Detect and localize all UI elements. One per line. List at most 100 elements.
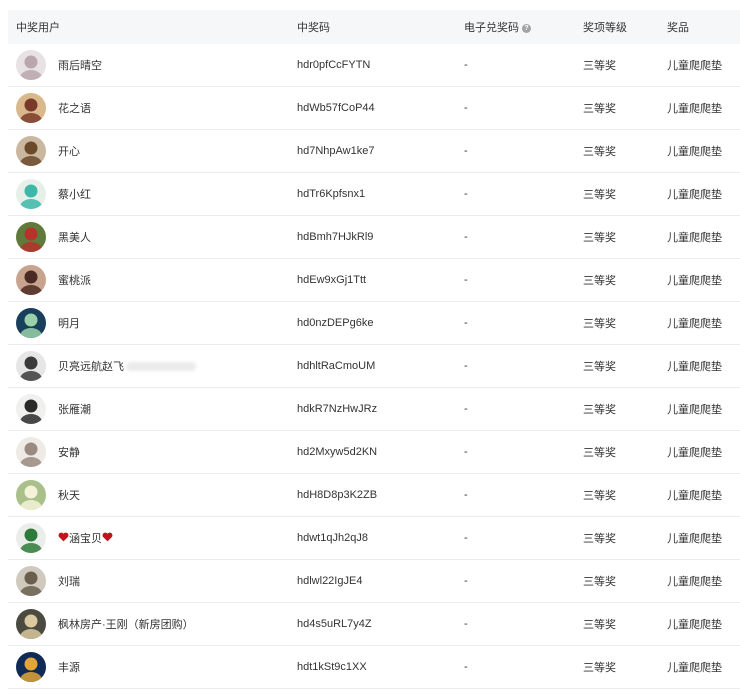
cell-code: hdr0pfCcFYTN bbox=[297, 59, 371, 71]
cell-ecode: - bbox=[464, 145, 468, 157]
table-row: 枫林房产·王刚（新房团购） hd4s5uRL7y4Z - 三等奖 儿童爬爬垫 bbox=[8, 603, 740, 646]
cell-ecode: - bbox=[464, 661, 468, 673]
user-name-text: 开心 bbox=[58, 146, 80, 158]
cell-ecode: - bbox=[464, 618, 468, 630]
cell-level: 三等奖 bbox=[583, 361, 616, 373]
avatar bbox=[16, 222, 46, 252]
table-row: 安静 hd2Mxyw5d2KN - 三等奖 儿童爬爬垫 bbox=[8, 431, 740, 474]
cell-user: 蜜桃派 bbox=[8, 265, 290, 295]
table-row: 明月 hd0nzDEPg6ke - 三等奖 儿童爬爬垫 bbox=[8, 302, 740, 345]
cell-prize: 儿童爬爬垫 bbox=[667, 189, 722, 201]
table-row: 花之语 hdWb57fCoP44 - 三等奖 儿童爬爬垫 bbox=[8, 87, 740, 130]
cell-level: 三等奖 bbox=[583, 662, 616, 674]
heart-icon bbox=[58, 532, 69, 545]
avatar bbox=[16, 265, 46, 295]
user-name-text: 刘瑞 bbox=[58, 576, 80, 588]
cell-ecode: - bbox=[464, 575, 468, 587]
cell-code: hd0nzDEPg6ke bbox=[297, 317, 374, 329]
cell-user: 枫林房产·王刚（新房团购） bbox=[8, 609, 290, 639]
header-level: 奖项等级 bbox=[583, 22, 627, 34]
table-row: 贝亮远航赵飞 hdhltRaCmoUM - 三等奖 儿童爬爬垫 bbox=[8, 345, 740, 388]
cell-user: 明月 bbox=[8, 308, 290, 338]
avatar bbox=[16, 179, 46, 209]
table-row: 蜜桃派 hdEw9xGj1Ttt - 三等奖 儿童爬爬垫 bbox=[8, 259, 740, 302]
cell-ecode: - bbox=[464, 317, 468, 329]
table-row: 张雁潮 hdkR7NzHwJRz - 三等奖 儿童爬爬垫 bbox=[8, 388, 740, 431]
avatar bbox=[16, 351, 46, 381]
cell-level: 三等奖 bbox=[583, 275, 616, 287]
avatar bbox=[16, 50, 46, 80]
cell-ecode: - bbox=[464, 231, 468, 243]
cell-code: hdkR7NzHwJRz bbox=[297, 403, 378, 415]
cell-ecode: - bbox=[464, 188, 468, 200]
user-name-text: 秋天 bbox=[58, 490, 80, 502]
cell-user: 蔡小红 bbox=[8, 179, 290, 209]
user-name-text: 黑美人 bbox=[58, 232, 91, 244]
cell-code: hdH8D8p3K2ZB bbox=[297, 489, 378, 501]
user-name-text: 涵宝贝 bbox=[69, 533, 102, 545]
user-name-text: 花之语 bbox=[58, 103, 91, 115]
header-user: 中奖用户 bbox=[16, 22, 60, 34]
user-name: 雨后晴空 bbox=[58, 57, 102, 73]
header-code: 中奖码 bbox=[297, 22, 330, 34]
table-row: 蔡小红 hdTr6Kpfsnx1 - 三等奖 儿童爬爬垫 bbox=[8, 173, 740, 216]
user-name: 开心 bbox=[58, 143, 80, 159]
user-name-text: 张雁潮 bbox=[58, 404, 91, 416]
cell-prize: 儿童爬爬垫 bbox=[667, 404, 722, 416]
cell-level: 三等奖 bbox=[583, 189, 616, 201]
cell-user: 张雁潮 bbox=[8, 394, 290, 424]
cell-ecode: - bbox=[464, 59, 468, 71]
avatar bbox=[16, 480, 46, 510]
user-name: 花之语 bbox=[58, 100, 91, 116]
user-name-text: 枫林房产·王刚（新房团购） bbox=[58, 619, 194, 631]
cell-prize: 儿童爬爬垫 bbox=[667, 490, 722, 502]
cell-prize: 儿童爬爬垫 bbox=[667, 662, 722, 674]
user-name: 丰源 bbox=[58, 659, 80, 675]
cell-prize: 儿童爬爬垫 bbox=[667, 275, 722, 287]
user-name: 贝亮远航赵飞 bbox=[58, 358, 196, 374]
cell-prize: 儿童爬爬垫 bbox=[667, 318, 722, 330]
avatar bbox=[16, 523, 46, 553]
cell-user: 雨后晴空 bbox=[8, 50, 290, 80]
cell-user: 安静 bbox=[8, 437, 290, 467]
cell-prize: 儿童爬爬垫 bbox=[667, 103, 722, 115]
user-name: 安静 bbox=[58, 444, 80, 460]
user-name: 涵宝贝 bbox=[58, 530, 113, 546]
cell-code: hd4s5uRL7y4Z bbox=[297, 618, 372, 630]
user-name: 蜜桃派 bbox=[58, 272, 91, 288]
cell-prize: 儿童爬爬垫 bbox=[667, 361, 722, 373]
cell-code: hdEw9xGj1Ttt bbox=[297, 274, 367, 286]
cell-user: 涵宝贝 bbox=[8, 523, 290, 553]
cell-level: 三等奖 bbox=[583, 103, 616, 115]
cell-level: 三等奖 bbox=[583, 60, 616, 72]
heart-icon bbox=[102, 532, 113, 545]
cell-code: hdwt1qJh2qJ8 bbox=[297, 532, 368, 544]
user-name-text: 蔡小红 bbox=[58, 189, 91, 201]
cell-level: 三等奖 bbox=[583, 533, 616, 545]
user-name-text: 安静 bbox=[58, 447, 80, 459]
avatar bbox=[16, 308, 46, 338]
cell-prize: 儿童爬爬垫 bbox=[667, 533, 722, 545]
user-name: 黑美人 bbox=[58, 229, 91, 245]
user-name: 秋天 bbox=[58, 487, 80, 503]
user-name-text: 丰源 bbox=[58, 662, 80, 674]
avatar bbox=[16, 93, 46, 123]
table-row: 刘瑞 hdlwl22IgJE4 - 三等奖 儿童爬爬垫 bbox=[8, 560, 740, 603]
user-name-text: 明月 bbox=[58, 318, 80, 330]
cell-ecode: - bbox=[464, 403, 468, 415]
cell-level: 三等奖 bbox=[583, 490, 616, 502]
cell-code: hdlwl22IgJE4 bbox=[297, 575, 363, 587]
cell-code: hdWb57fCoP44 bbox=[297, 102, 375, 114]
winners-table: 中奖用户 中奖码 电子兑奖码? 奖项等级 奖品 雨后晴空 hdr0pfCcFYTN… bbox=[8, 10, 740, 689]
cell-ecode: - bbox=[464, 360, 468, 372]
cell-code: hdhltRaCmoUM bbox=[297, 360, 376, 372]
cell-ecode: - bbox=[464, 489, 468, 501]
avatar bbox=[16, 566, 46, 596]
header-ecode: 电子兑奖码? bbox=[456, 19, 576, 35]
cell-user: 刘瑞 bbox=[8, 566, 290, 596]
cell-code: hd2Mxyw5d2KN bbox=[297, 446, 378, 458]
cell-level: 三等奖 bbox=[583, 576, 616, 588]
help-icon[interactable]: ? bbox=[522, 23, 531, 33]
cell-code: hd7NhpAw1ke7 bbox=[297, 145, 375, 157]
cell-code: hdBmh7HJkRl9 bbox=[297, 231, 374, 243]
